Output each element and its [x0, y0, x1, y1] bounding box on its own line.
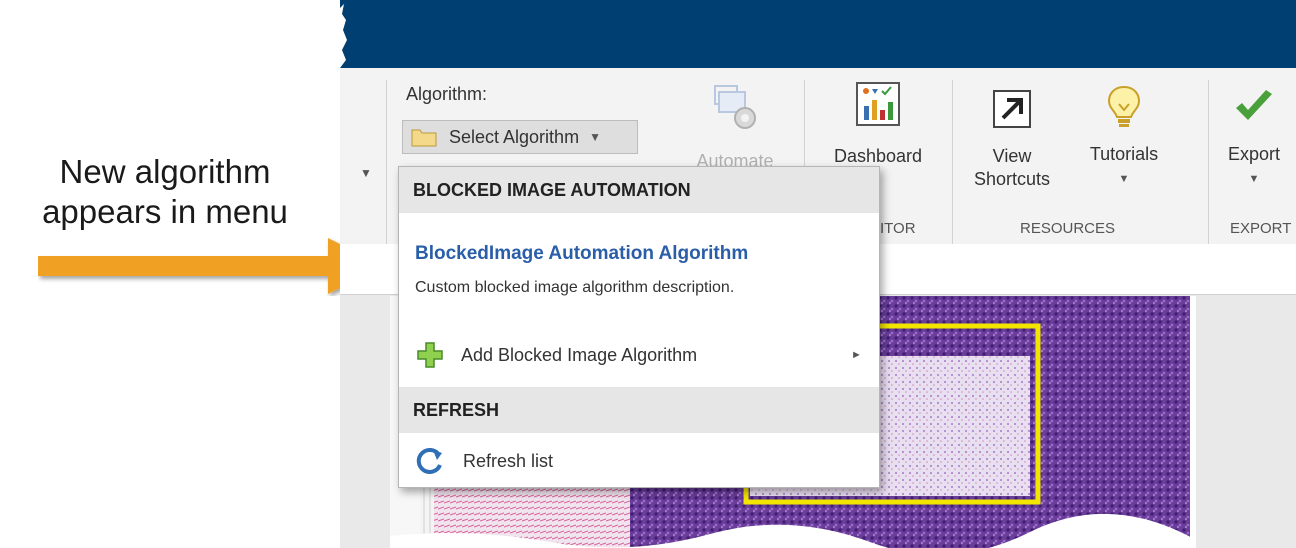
view-shortcuts-line1: View: [992, 146, 1032, 166]
menu-section-refresh: REFRESH: [399, 387, 879, 433]
resources-group-label: RESOURCES: [1020, 220, 1116, 237]
dashboard-icon: [856, 82, 900, 126]
dashboard-button[interactable]: Dashboard: [816, 82, 940, 168]
callout-line-2: appears in menu: [42, 193, 288, 230]
export-label: Export: [1227, 144, 1281, 164]
algorithm-label: Algorithm:: [406, 84, 488, 104]
shortcut-arrow-icon: [993, 90, 1031, 128]
divider: [1208, 80, 1209, 246]
ribbon-collapse[interactable]: ▼: [340, 80, 380, 240]
select-algorithm-dropdown[interactable]: Select Algorithm ▼: [402, 120, 638, 154]
view-shortcuts-button[interactable]: View Shortcuts: [966, 90, 1058, 191]
dashboard-label: Dashboard: [833, 146, 923, 166]
chevron-right-icon: ►: [851, 349, 862, 361]
lightbulb-icon: [1107, 85, 1141, 127]
select-algorithm-label: Select Algorithm: [449, 126, 580, 147]
monitor-group-label: ITOR: [880, 220, 916, 237]
tutorials-label: Tutorials: [1089, 144, 1159, 164]
export-button[interactable]: Export ▼: [1212, 84, 1296, 187]
callout-text: New algorithm appears in menu: [0, 152, 330, 232]
menu-item-blockedimage-algorithm[interactable]: BlockedImage Automation Algorithm: [415, 243, 748, 265]
callout-line-1: New algorithm: [59, 153, 271, 190]
add-algorithm-label: Add Blocked Image Algorithm: [461, 344, 698, 365]
add-plus-icon: [417, 342, 443, 368]
export-group-label: EXPORT: [1230, 220, 1292, 237]
title-bar: [340, 0, 1296, 68]
refresh-icon: [416, 447, 442, 474]
callout-arrow: [38, 238, 384, 294]
automate-icon: [714, 85, 756, 129]
menu-item-description: Custom blocked image algorithm descripti…: [415, 279, 735, 296]
divider: [952, 80, 953, 246]
automate-button[interactable]: Automate: [680, 80, 790, 172]
tutorials-button[interactable]: Tutorials ▼: [1064, 84, 1184, 187]
chevron-down-icon: ▼: [1248, 173, 1260, 185]
divider: [386, 80, 387, 246]
menu-item-refresh-list[interactable]: Refresh list: [415, 447, 553, 475]
menu-item-add-algorithm[interactable]: Add Blocked Image Algorithm ►: [415, 341, 862, 369]
app-window: ▼ Algorithm: Select Algorithm ▼ Automate: [340, 0, 1296, 548]
view-shortcuts-line2: Shortcuts: [973, 169, 1051, 189]
folder-icon: [411, 129, 437, 147]
chevron-down-icon: ▼: [589, 130, 601, 144]
algorithm-menu: BLOCKED IMAGE AUTOMATION BlockedImage Au…: [398, 166, 880, 488]
refresh-list-label: Refresh list: [463, 450, 554, 471]
chevron-down-icon: ▼: [1118, 173, 1130, 185]
menu-section-automation: BLOCKED IMAGE AUTOMATION: [399, 167, 879, 213]
chevron-down-icon: ▼: [360, 166, 372, 180]
checkmark-icon: [1236, 90, 1272, 120]
